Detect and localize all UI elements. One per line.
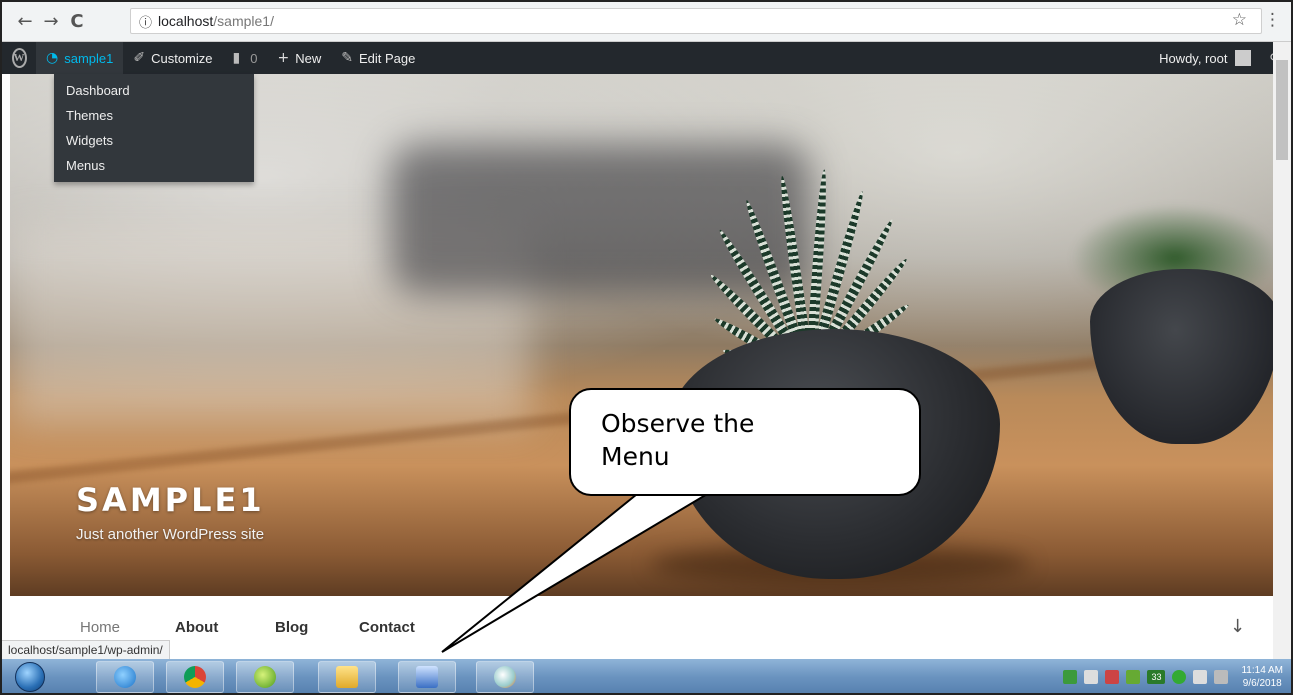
plus-icon: + — [277, 50, 290, 66]
url-host: localhost — [158, 13, 214, 29]
account-menu[interactable]: Howdy, root — [1149, 42, 1261, 74]
callout-line-2: Menu — [601, 441, 670, 471]
scroll-down-arrow-icon[interactable]: ↓ — [1230, 616, 1245, 637]
background-pot — [1090, 269, 1273, 444]
edit-page-button[interactable]: ✎ Edit Page — [331, 42, 425, 74]
url-path: /sample1/ — [213, 13, 274, 29]
tray-flag-icon[interactable] — [1084, 670, 1099, 684]
site-name-dropdown: Dashboard Themes Widgets Menus — [54, 74, 254, 182]
green-app-icon — [254, 666, 276, 688]
pencil-icon: ✎ — [341, 50, 353, 66]
wp-admin-bar: W ◔ sample1 ✐ Customize ▮ 0 + New ✎ Edit… — [2, 42, 1291, 74]
customize-button[interactable]: ✐ Customize — [123, 42, 222, 74]
system-clock[interactable]: 11:14 AM 9/6/2018 — [1241, 664, 1283, 690]
system-tray: 33 11:14 AM 9/6/2018 — [1063, 659, 1287, 693]
chrome-icon — [184, 666, 206, 688]
windows-orb-icon — [15, 662, 45, 692]
dropdown-item-themes[interactable]: Themes — [54, 105, 254, 130]
howdy-label: Howdy, root — [1159, 50, 1228, 66]
forward-icon[interactable]: → — [38, 9, 64, 35]
taskbar-chrome[interactable] — [166, 661, 224, 693]
folder-icon — [336, 666, 358, 688]
site-name-menu[interactable]: ◔ sample1 — [36, 42, 124, 74]
start-button[interactable] — [4, 660, 56, 693]
browser-status-url: localhost/sample1/wp-admin/ — [2, 640, 170, 659]
browser-menu-icon[interactable]: ⋮ — [1264, 10, 1281, 30]
info-icon[interactable]: ⓘ — [139, 12, 152, 31]
browser-toolbar: ← → C ⓘ localhost/sample1/ ☆ ⋮ — [2, 2, 1291, 42]
new-label: New — [295, 50, 322, 66]
address-bar[interactable]: ⓘ localhost/sample1/ — [130, 8, 1262, 34]
callout-line-1: Observe the — [601, 409, 755, 438]
dropdown-item-dashboard[interactable]: Dashboard — [54, 80, 254, 105]
avatar — [1235, 50, 1252, 66]
paint-palette-icon — [494, 666, 516, 688]
site-name-label: sample1 — [64, 50, 114, 66]
tray-refresh-icon[interactable] — [1172, 670, 1187, 684]
windows-taskbar: 33 11:14 AM 9/6/2018 — [2, 659, 1291, 693]
internet-explorer-icon — [114, 666, 136, 688]
brush-icon: ✐ — [133, 50, 146, 66]
tray-volume-icon[interactable] — [1193, 670, 1208, 684]
tray-network-icon[interactable] — [1063, 670, 1078, 684]
dropdown-item-menus[interactable]: Menus — [54, 155, 254, 180]
reload-icon[interactable]: C — [64, 9, 90, 35]
annotation-callout: Observe the Menu — [569, 388, 921, 496]
back-icon[interactable]: ← — [12, 9, 38, 35]
scrollbar-thumb[interactable] — [1276, 60, 1288, 160]
wordpress-logo-button[interactable]: W — [2, 42, 36, 74]
word-document-icon — [416, 666, 438, 688]
vertical-scrollbar[interactable] — [1273, 42, 1291, 659]
clock-date: 9/6/2018 — [1242, 678, 1282, 689]
tray-badge-icon[interactable]: 33 — [1147, 670, 1166, 684]
edit-page-label: Edit Page — [358, 50, 416, 66]
nav-item-contact[interactable]: Contact — [359, 619, 415, 636]
dropdown-item-widgets[interactable]: Widgets — [54, 130, 254, 155]
new-content-button[interactable]: + New — [267, 42, 331, 74]
site-title[interactable]: SAMPLE1 — [76, 481, 265, 519]
tray-display-icon[interactable] — [1214, 670, 1229, 684]
clock-time: 11:14 AM — [1241, 665, 1283, 676]
admin-bar-right: Howdy, root ⚲ — [1149, 42, 1291, 74]
bookmark-star-icon[interactable]: ☆ — [1232, 10, 1247, 30]
taskbar-app-green[interactable] — [236, 661, 294, 693]
dashboard-gauge-icon: ◔ — [46, 50, 59, 66]
comments-button[interactable]: ▮ 0 — [223, 42, 268, 74]
comments-count: 0 — [250, 50, 258, 66]
screenshot-frame: ← → C ⓘ localhost/sample1/ ☆ ⋮ W ◔ sampl… — [0, 0, 1293, 695]
wordpress-logo-icon: W — [11, 48, 27, 68]
comment-bubble-icon: ▮ — [232, 50, 241, 66]
taskbar-file-explorer[interactable] — [318, 661, 376, 693]
taskbar-internet-explorer[interactable] — [96, 661, 154, 693]
customize-label: Customize — [151, 50, 213, 66]
tray-check-icon[interactable] — [1126, 670, 1141, 684]
nav-item-about[interactable]: About — [175, 619, 218, 636]
taskbar-paint[interactable] — [476, 661, 534, 693]
tray-app-icon[interactable] — [1105, 670, 1120, 684]
nav-item-home[interactable]: Home — [80, 619, 120, 636]
site-description: Just another WordPress site — [76, 526, 265, 543]
taskbar-word[interactable] — [398, 661, 456, 693]
site-navigation: Home About Blog Contact ↓ — [10, 602, 1273, 650]
nav-item-blog[interactable]: Blog — [275, 619, 308, 636]
